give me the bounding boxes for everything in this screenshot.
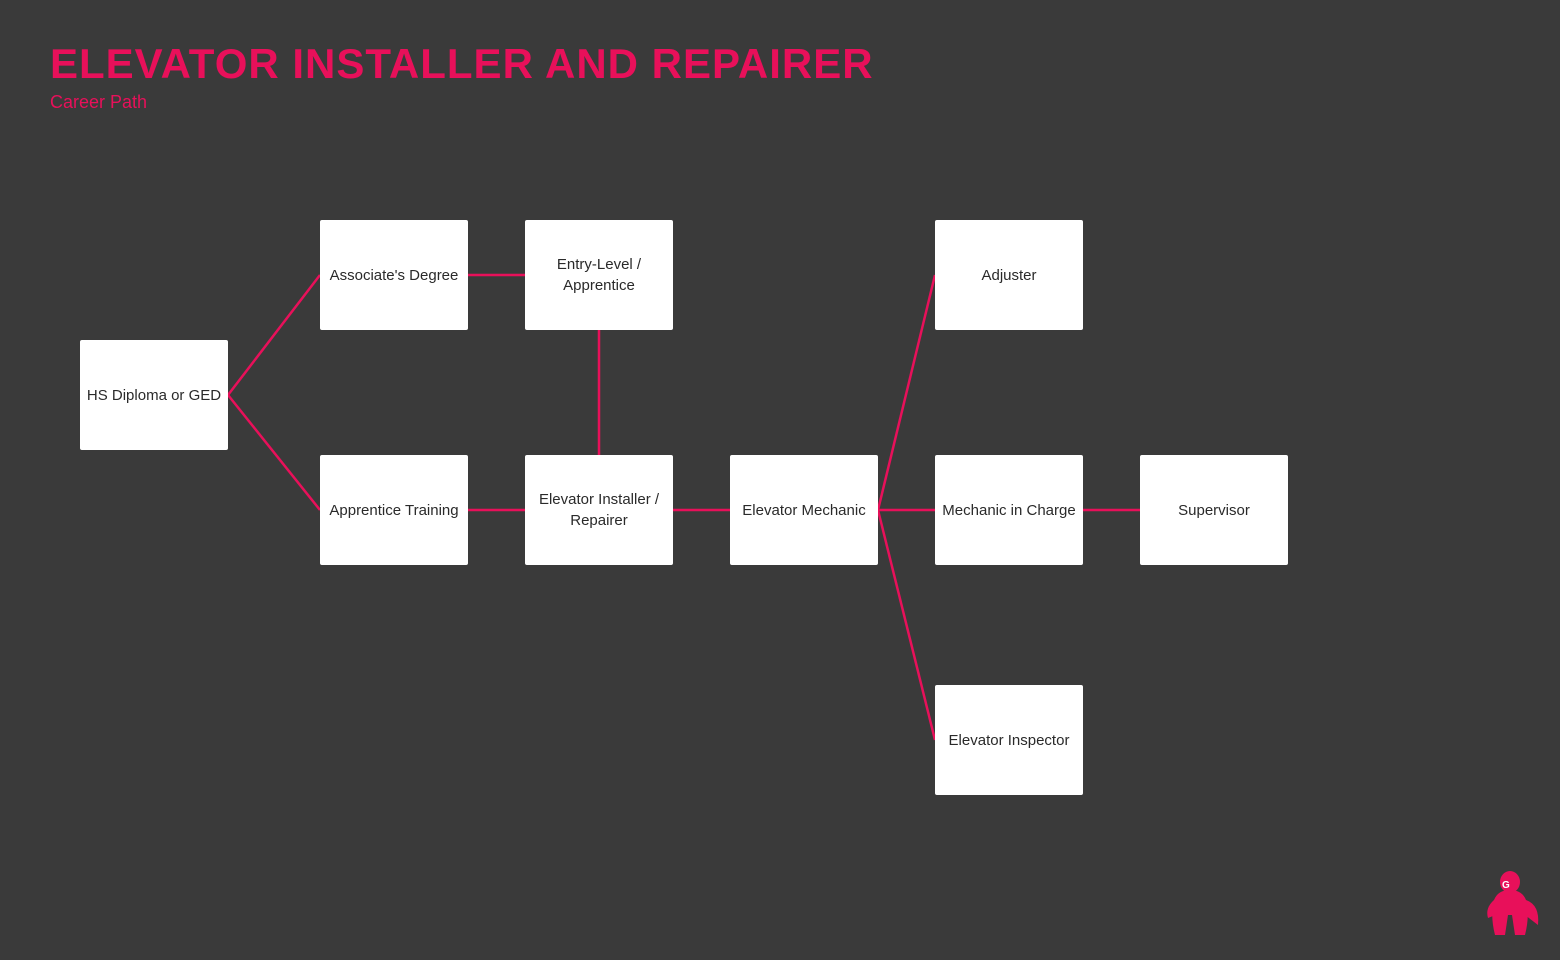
logo: G (1480, 870, 1540, 940)
node-associates-degree: Associate's Degree (320, 220, 468, 330)
node-apprentice-training: Apprentice Training (320, 455, 468, 565)
node-mechanic-charge: Mechanic in Charge (935, 455, 1083, 565)
page-subtitle: Career Path (50, 92, 874, 113)
page-title: ELEVATOR INSTALLER AND REPAIRER (50, 40, 874, 88)
node-elevator-mechanic: Elevator Mechanic (730, 455, 878, 565)
header: ELEVATOR INSTALLER AND REPAIRER Career P… (50, 40, 874, 113)
node-supervisor: Supervisor (1140, 455, 1288, 565)
logo-icon: G (1480, 870, 1540, 940)
node-elevator-inspector: Elevator Inspector (935, 685, 1083, 795)
node-elevator-installer: Elevator Installer / Repairer (525, 455, 673, 565)
node-adjuster: Adjuster (935, 220, 1083, 330)
node-entry-level: Entry-Level / Apprentice (525, 220, 673, 330)
node-hs-diploma: HS Diploma or GED (80, 340, 228, 450)
svg-text:G: G (1502, 880, 1510, 891)
